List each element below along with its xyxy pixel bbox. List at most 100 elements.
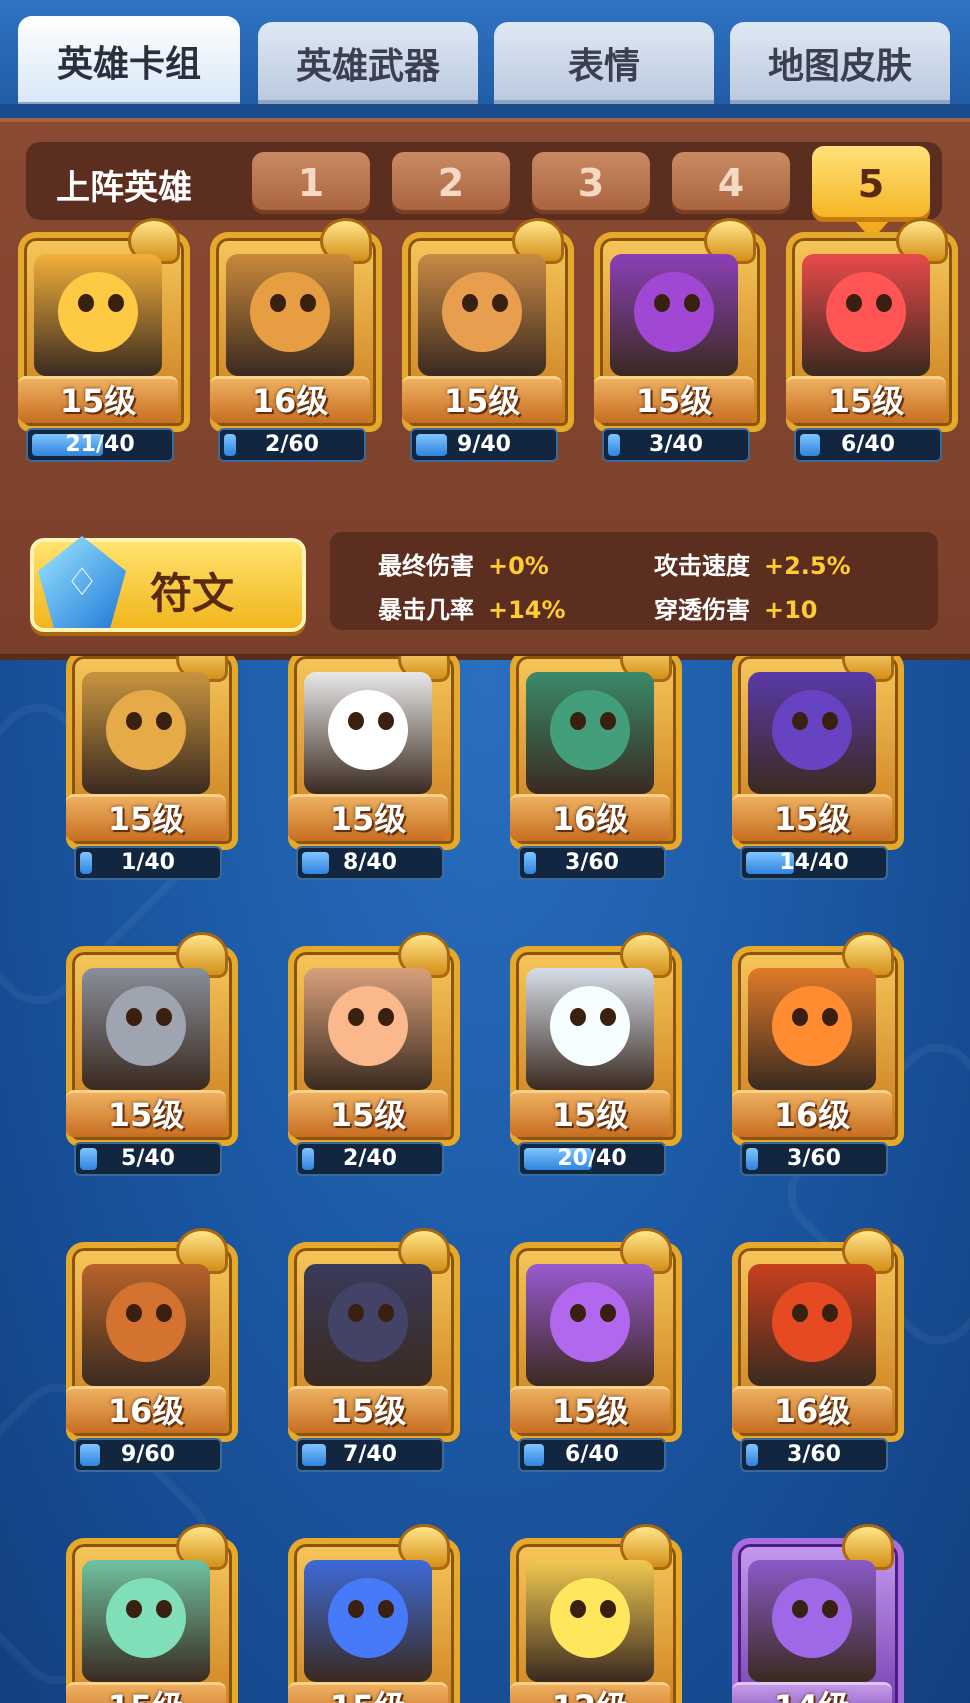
hero-portrait: [418, 254, 546, 376]
hero-face-icon: [442, 272, 522, 352]
hero-eye: [684, 294, 700, 312]
hero-face-icon: [550, 1282, 630, 1362]
hero-card[interactable]: 15级: [282, 1524, 460, 1703]
stat-value: +0%: [488, 552, 549, 580]
hero-card-count: 14/40: [779, 850, 849, 875]
hero-face-icon: [106, 986, 186, 1066]
hero-card[interactable]: 12级: [504, 1524, 682, 1703]
lineup-slot-2[interactable]: 2: [392, 152, 510, 214]
hero-portrait: [748, 672, 876, 794]
hero-eye: [600, 1600, 616, 1618]
hero-portrait: [82, 968, 210, 1090]
hero-card-count: 3/40: [649, 432, 703, 457]
hero-eye: [108, 294, 124, 312]
rune-button[interactable]: ♢ 符文: [30, 536, 306, 632]
hero-card[interactable]: 14级: [726, 1524, 904, 1703]
hero-card-progress: 3/60: [740, 1438, 888, 1472]
tab-emotes[interactable]: 表情: [494, 22, 714, 104]
hero-portrait: [748, 1560, 876, 1682]
hero-card[interactable]: 15级 8/40: [282, 656, 460, 880]
tab-map-skins[interactable]: 地图皮肤: [730, 22, 950, 104]
hero-face-icon: [328, 986, 408, 1066]
hero-card-progress: 9/60: [74, 1438, 222, 1472]
stat-crit-rate: 暴击几率 +14%: [378, 590, 566, 625]
hero-card[interactable]: 15级 5/40: [60, 932, 238, 1176]
hero-card[interactable]: 15级 21/40: [12, 218, 190, 462]
hero-eye: [846, 294, 862, 312]
hero-face-icon: [328, 1282, 408, 1362]
hero-card-progress: 8/40: [296, 846, 444, 880]
hero-card-count: 6/40: [565, 1442, 619, 1467]
hero-eye: [600, 1008, 616, 1026]
hero-face-icon: [250, 272, 330, 352]
lineup-slot-4[interactable]: 4: [672, 152, 790, 214]
hero-portrait: [526, 672, 654, 794]
hero-card[interactable]: 16级 3/60: [504, 656, 682, 880]
hero-eye: [462, 294, 478, 312]
rune-gem-icon: ♢: [38, 536, 126, 628]
hero-level: 15级: [66, 794, 226, 841]
tab-bar-divider: [0, 104, 970, 118]
hero-card-count: 9/40: [457, 432, 511, 457]
hero-card[interactable]: 15级 3/40: [588, 218, 766, 462]
lineup-slot-5[interactable]: 5: [812, 146, 930, 240]
hero-card-count: 3/60: [565, 850, 619, 875]
hero-eye: [570, 1008, 586, 1026]
hero-card-progress: 2/40: [296, 1142, 444, 1176]
hero-level: 15级: [288, 794, 448, 841]
tab-hero-deck[interactable]: 英雄卡组: [18, 16, 240, 106]
hero-card[interactable]: 15级 14/40: [726, 656, 904, 880]
hero-card-progress: 6/40: [794, 428, 942, 462]
tab-hero-weapons[interactable]: 英雄武器: [258, 22, 478, 104]
hero-card[interactable]: 16级 9/60: [60, 1228, 238, 1472]
lineup-slot-3[interactable]: 3: [532, 152, 650, 214]
deployed-heroes-panel: 上阵英雄 1 2 3 4 5 15级 21/40 16级 2/60 15级 9/40 15级…: [0, 118, 970, 660]
stat-name: 暴击几率: [378, 596, 474, 624]
hero-eye: [126, 1008, 142, 1026]
hero-face-icon: [106, 1578, 186, 1658]
hero-card-progress: 14/40: [740, 846, 888, 880]
hero-card[interactable]: 15级 6/40: [504, 1228, 682, 1472]
hero-eye: [156, 712, 172, 730]
hero-portrait: [304, 1560, 432, 1682]
hero-level: 15级: [402, 376, 562, 423]
hero-card[interactable]: 15级 6/40: [780, 218, 958, 462]
hero-eye: [876, 294, 892, 312]
hero-face-icon: [328, 690, 408, 770]
hero-level: 15级: [786, 376, 946, 423]
hero-card-count: 9/60: [121, 1442, 175, 1467]
hero-card[interactable]: 15级 2/40: [282, 932, 460, 1176]
hero-portrait: [748, 968, 876, 1090]
hero-card[interactable]: 16级 3/60: [726, 1228, 904, 1472]
hero-face-icon: [826, 272, 906, 352]
hero-eye: [126, 712, 142, 730]
hero-card[interactable]: 16级 2/60: [204, 218, 382, 462]
hero-level: 16级: [510, 794, 670, 841]
hero-eye: [792, 712, 808, 730]
hero-portrait: [304, 968, 432, 1090]
hero-eye: [378, 712, 394, 730]
hero-card[interactable]: 15级 9/40: [396, 218, 574, 462]
stat-name: 攻击速度: [654, 552, 750, 580]
hero-eye: [300, 294, 316, 312]
hero-card[interactable]: 15级 1/40: [60, 656, 238, 880]
hero-card-progress: 1/40: [74, 846, 222, 880]
hero-eye: [822, 1304, 838, 1322]
hero-level: 15级: [288, 1682, 448, 1703]
hero-card[interactable]: 16级 3/60: [726, 932, 904, 1176]
hero-card-count: 21/40: [65, 432, 135, 457]
hero-card-count: 1/40: [121, 850, 175, 875]
lineup-slot-1[interactable]: 1: [252, 152, 370, 214]
hero-card-count: 20/40: [557, 1146, 627, 1171]
hero-face-icon: [772, 1282, 852, 1362]
hero-card[interactable]: 15级: [60, 1524, 238, 1703]
hero-card[interactable]: 15级 20/40: [504, 932, 682, 1176]
hero-card-count: 2/60: [265, 432, 319, 457]
hero-level: 15级: [18, 376, 178, 423]
hero-level: 14级: [732, 1682, 892, 1703]
hero-card[interactable]: 15级 7/40: [282, 1228, 460, 1472]
hero-eye: [822, 1600, 838, 1618]
hero-eye: [156, 1304, 172, 1322]
stat-attack-speed: 攻击速度 +2.5%: [654, 546, 851, 581]
hero-eye: [348, 712, 364, 730]
